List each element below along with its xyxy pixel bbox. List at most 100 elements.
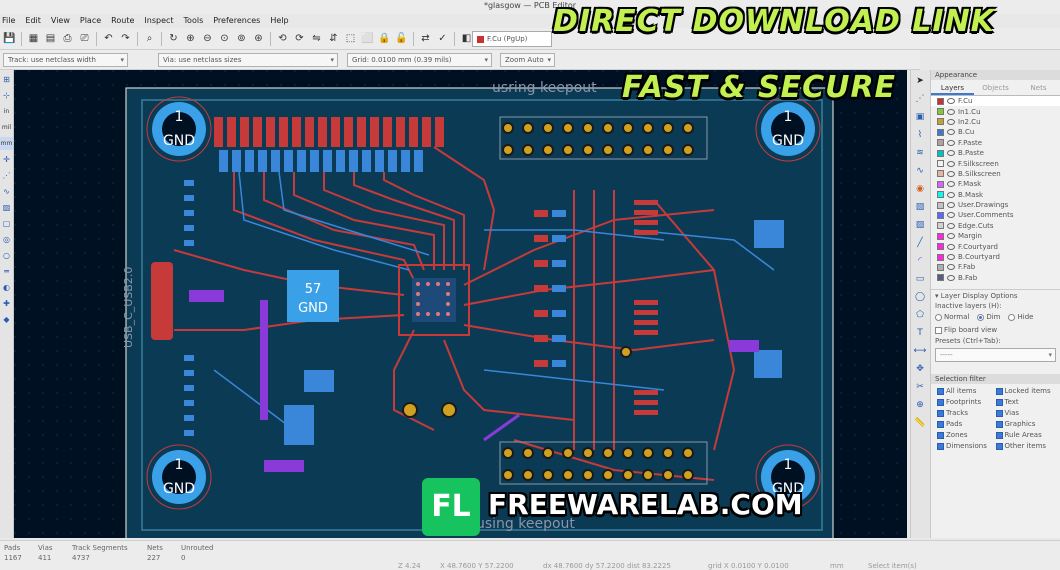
zoom-select[interactable]: Zoom Auto ▾ — [500, 53, 555, 67]
eye-icon[interactable] — [947, 170, 955, 177]
units-mm-button[interactable]: mm — [0, 137, 13, 150]
layer-color-swatch[interactable] — [937, 108, 944, 116]
ratsnest-icon[interactable]: ⋰ — [0, 169, 13, 182]
track-outline-icon[interactable]: ═ — [0, 265, 13, 278]
layer-color-swatch[interactable] — [937, 191, 944, 199]
eye-icon[interactable] — [947, 264, 955, 271]
zoom-in-icon[interactable]: ⊕ — [183, 31, 198, 46]
via-size-select[interactable]: Via: use netclass sizes ▾ — [158, 53, 338, 67]
selection-filter-item[interactable]: Other items — [995, 442, 1055, 450]
layer-color-swatch[interactable] — [937, 243, 944, 251]
plot-icon[interactable]: ⎚ — [77, 31, 92, 46]
draw-arc-icon[interactable]: ◜ — [911, 254, 929, 268]
pad-outline-icon[interactable]: ◎ — [0, 233, 13, 246]
zoom-out-icon[interactable]: ⊖ — [200, 31, 215, 46]
inactive-hide-radio[interactable]: Hide — [1008, 313, 1033, 321]
eye-icon[interactable] — [947, 212, 955, 219]
route-track-icon[interactable]: ⌇ — [911, 128, 929, 142]
board-setup-icon[interactable]: ▦ — [26, 31, 41, 46]
selection-filter-item[interactable]: Text — [995, 398, 1055, 406]
eye-icon[interactable] — [947, 160, 955, 167]
layer-row[interactable]: B.Silkscreen — [931, 169, 1060, 179]
appearance-toggle-icon[interactable]: ◆ — [0, 313, 13, 326]
layer-color-swatch[interactable] — [937, 211, 944, 219]
layer-color-swatch[interactable] — [937, 201, 944, 209]
layer-color-swatch[interactable] — [937, 160, 944, 168]
menu-inspect[interactable]: Inspect — [144, 14, 173, 28]
layer-row[interactable]: B.Paste — [931, 148, 1060, 158]
eye-icon[interactable] — [947, 98, 955, 105]
tune-length-icon[interactable]: ∿ — [911, 164, 929, 178]
refresh-icon[interactable]: ↻ — [166, 31, 181, 46]
menu-file[interactable]: File — [2, 14, 15, 28]
units-inch-button[interactable]: in — [0, 105, 13, 118]
inactive-dim-radio[interactable]: Dim — [977, 313, 1000, 321]
eye-icon[interactable] — [947, 243, 955, 250]
layer-color-swatch[interactable] — [937, 139, 944, 147]
menu-place[interactable]: Place — [80, 14, 101, 28]
selection-filter-item[interactable]: Pads — [937, 420, 996, 428]
eye-icon[interactable] — [947, 274, 955, 281]
menu-tools[interactable]: Tools — [184, 14, 204, 28]
unlock-icon[interactable]: 🔓 — [394, 31, 409, 46]
presets-select[interactable]: ----- ▾ — [935, 348, 1056, 363]
eye-icon[interactable] — [947, 191, 955, 198]
layer-row[interactable]: User.Drawings — [931, 200, 1060, 210]
layer-color-swatch[interactable] — [937, 253, 944, 261]
layer-display-options-title[interactable]: ▾ Layer Display Options — [931, 292, 1060, 300]
add-footprint-icon[interactable]: ▣ — [911, 110, 929, 124]
layer-color-swatch[interactable] — [937, 97, 944, 105]
cursor-shape-icon[interactable]: ✛ — [0, 153, 13, 166]
net-color-icon[interactable]: ✚ — [0, 297, 13, 310]
eye-icon[interactable] — [947, 202, 955, 209]
zoom-objects-icon[interactable]: ⊚ — [234, 31, 249, 46]
delete-icon[interactable]: ✂ — [911, 380, 929, 394]
tab-nets[interactable]: Nets — [1017, 80, 1060, 95]
layer-row[interactable]: F.Courtyard — [931, 241, 1060, 251]
draw-rectangle-icon[interactable]: ▭ — [911, 272, 929, 286]
layer-row[interactable]: B.Cu — [931, 127, 1060, 137]
tab-objects[interactable]: Objects — [974, 80, 1017, 95]
layer-row[interactable]: F.Silkscreen — [931, 158, 1060, 168]
draw-line-icon[interactable]: ╱ — [911, 236, 929, 250]
layer-row[interactable]: User.Comments — [931, 210, 1060, 220]
rotate-cw-icon[interactable]: ⟳ — [292, 31, 307, 46]
layer-color-swatch[interactable] — [937, 232, 944, 240]
layer-row[interactable]: F.Cu — [931, 96, 1060, 107]
eye-icon[interactable] — [947, 254, 955, 261]
high-contrast-icon[interactable]: ◐ — [0, 281, 13, 294]
layer-color-swatch[interactable] — [937, 274, 944, 282]
eye-icon[interactable] — [947, 222, 955, 229]
eye-icon[interactable] — [947, 150, 955, 157]
curved-ratsnest-icon[interactable]: ∿ — [0, 185, 13, 198]
set-origin-icon[interactable]: ⊕ — [911, 398, 929, 412]
grid-select[interactable]: Grid: 0.0100 mm (0.39 mils) ▾ — [347, 53, 492, 67]
inactive-normal-radio[interactable]: Normal — [935, 313, 969, 321]
eye-icon[interactable] — [947, 139, 955, 146]
selection-filter-item[interactable]: Graphics — [995, 420, 1055, 428]
add-dimension-icon[interactable]: ⟷ — [911, 344, 929, 358]
layer-color-swatch[interactable] — [937, 128, 944, 136]
flip-board-checkbox[interactable]: Flip board view — [931, 326, 1060, 334]
add-via-icon[interactable]: ◉ — [911, 182, 929, 196]
pcb-canvas[interactable]: usring keepout using keepout USB_C_USB2.… — [14, 70, 907, 538]
redo-icon[interactable]: ↷ — [118, 31, 133, 46]
layer-color-swatch[interactable] — [937, 180, 944, 188]
layer-selector[interactable]: F.Cu (PgUp) — [472, 31, 552, 47]
measure-icon[interactable]: 📏 — [911, 416, 929, 430]
eye-icon[interactable] — [947, 129, 955, 136]
layer-color-swatch[interactable] — [937, 118, 944, 126]
menu-preferences[interactable]: Preferences — [213, 14, 260, 28]
menu-edit[interactable]: Edit — [25, 14, 41, 28]
draw-polygon-icon[interactable]: ⬠ — [911, 308, 929, 322]
ungroup-icon[interactable]: ⬜ — [360, 31, 375, 46]
find-icon[interactable]: ⌕ — [142, 31, 157, 46]
menu-help[interactable]: Help — [270, 14, 288, 28]
units-mil-button[interactable]: mil — [0, 121, 13, 134]
print-icon[interactable]: ⎙ — [60, 31, 75, 46]
layer-row[interactable]: F.Mask — [931, 179, 1060, 189]
add-layer-alignment-icon[interactable]: ✥ — [911, 362, 929, 376]
layer-row[interactable]: B.Fab — [931, 273, 1060, 283]
menu-route[interactable]: Route — [111, 14, 134, 28]
undo-icon[interactable]: ↶ — [101, 31, 116, 46]
